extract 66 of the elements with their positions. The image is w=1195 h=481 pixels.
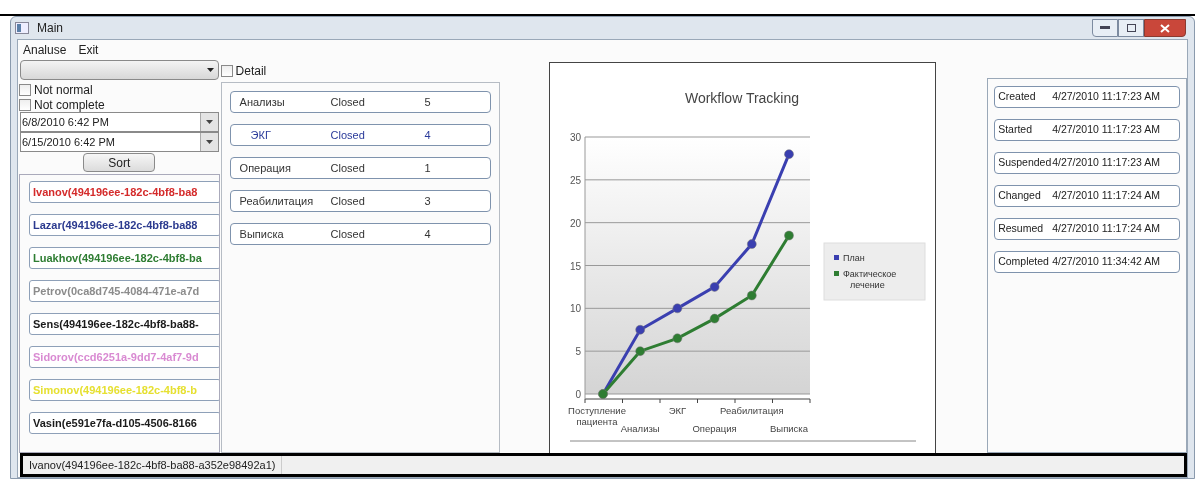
- y-tick-label: 5: [575, 346, 582, 358]
- event-item[interactable]: Changed 4/27/2010 11:17:24 AM: [994, 185, 1180, 207]
- x-tick-label: Выписка: [770, 423, 809, 434]
- data-point: [747, 239, 757, 249]
- event-item[interactable]: Completed 4/27/2010 11:34:42 AM: [994, 251, 1180, 273]
- patient-item[interactable]: Sens(494196ee-182c-4bf8-ba88-: [29, 313, 219, 335]
- legend-label: План: [843, 253, 865, 263]
- data-point: [784, 149, 794, 159]
- stage-item[interactable]: ЭКГ Closed 4: [229, 124, 491, 146]
- chart-title: Workflow Tracking: [685, 90, 800, 106]
- checkbox-label: Detail: [235, 63, 267, 80]
- caret-icon: [205, 140, 213, 144]
- menu-item[interactable]: Analuse: [23, 41, 67, 59]
- data-point: [672, 333, 683, 344]
- checkbox[interactable]: [220, 65, 233, 77]
- y-tick-label: 0: [575, 389, 582, 400]
- sort-button[interactable]: Sort: [83, 153, 156, 172]
- data-point: [672, 303, 683, 314]
- checkbox-label: Not complete: [34, 96, 105, 114]
- stage-item[interactable]: Операция Closed 1: [229, 157, 491, 179]
- stage-item[interactable]: Реабилитация Closed 3: [229, 190, 491, 212]
- x-tick-label: Реабилитация: [720, 405, 784, 416]
- maximize-icon: [1126, 24, 1136, 32]
- data-point: [747, 290, 757, 301]
- checkbox[interactable]: [19, 98, 31, 111]
- minimize-button[interactable]: [1092, 19, 1118, 37]
- patient-item[interactable]: Ivanov(494196ee-182c-4bf8-ba8: [29, 181, 219, 203]
- y-tick-label: 10: [569, 303, 582, 315]
- data-point: [784, 230, 794, 241]
- stage-item[interactable]: Анализы Closed 5: [229, 91, 491, 113]
- patient-item[interactable]: Vasin(e591e7fa-d105-4506-8166: [29, 412, 219, 434]
- y-tick-label: 20: [569, 217, 582, 229]
- patient-item[interactable]: Lazar(494196ee-182c-4bf8-ba88: [29, 214, 219, 236]
- caret-icon: [205, 120, 213, 124]
- legend-swatch: [834, 271, 840, 276]
- close-button[interactable]: [1144, 19, 1186, 37]
- app-icon: [15, 22, 29, 34]
- event-item[interactable]: Created 4/27/2010 11:17:23 AM: [994, 86, 1180, 108]
- date-picker[interactable]: 6/15/2010 6:42 PM: [20, 132, 219, 152]
- x-tick-label: Операция: [692, 423, 737, 434]
- minimize-icon: [1100, 26, 1110, 30]
- data-point: [635, 325, 645, 335]
- y-tick-label: 30: [569, 132, 582, 143]
- y-tick-label: 25: [569, 174, 582, 186]
- checkbox[interactable]: [19, 83, 31, 96]
- maximize-button[interactable]: [1118, 19, 1144, 37]
- patient-item[interactable]: Luakhov(494196ee-182c-4bf8-ba: [29, 247, 219, 269]
- legend-label: Фактическое лечение: [843, 269, 897, 290]
- data-point: [635, 346, 645, 356]
- window-title: Main: [37, 20, 63, 37]
- data-point: [709, 282, 720, 292]
- status-text: Ivanov(494196ee-182c-4bf8-ba88-a352e98492a1): [23, 456, 283, 474]
- event-item[interactable]: Resumed 4/27/2010 11:17:24 AM: [994, 218, 1180, 240]
- menu-item[interactable]: Exit: [78, 41, 99, 59]
- event-item[interactable]: Suspended4/27/2010 11:17:23 AM: [994, 152, 1180, 174]
- legend-swatch: [834, 255, 840, 260]
- date-picker[interactable]: 6/8/2010 6:42 PM: [20, 112, 219, 132]
- stage-item[interactable]: Выписка Closed 4: [229, 223, 491, 245]
- x-tick-label: ЭКГ: [668, 405, 687, 416]
- checkbox-label: Not normal: [34, 81, 93, 99]
- caret-icon: [206, 68, 214, 72]
- event-item[interactable]: Started 4/27/2010 11:17:23 AM: [994, 119, 1180, 141]
- close-icon: [1160, 23, 1170, 33]
- dropdown[interactable]: [20, 60, 219, 80]
- data-point: [709, 313, 720, 324]
- y-tick-label: 15: [569, 260, 582, 272]
